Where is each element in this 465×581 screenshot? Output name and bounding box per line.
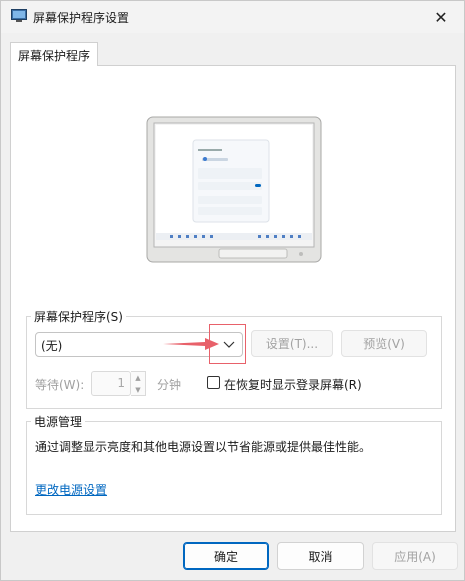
window-title: 屏幕保护程序设置: [33, 11, 130, 25]
title-bar: 屏幕保护程序设置 ✕: [1, 1, 464, 33]
power-description: 通过调整显示亮度和其他电源设置以节省能源或提供最佳性能。: [35, 440, 372, 454]
tab-panel: 屏幕保护程序(S) (无) 设置(T)... 预览(V) 等待(W): 1 ▲ …: [10, 65, 456, 532]
tab-screensaver[interactable]: 屏幕保护程序: [10, 42, 98, 66]
annotation-arrow-icon: [163, 338, 219, 350]
cancel-button[interactable]: 取消: [277, 542, 364, 570]
settings-button[interactable]: 设置(T)...: [251, 330, 333, 357]
close-icon: ✕: [434, 7, 448, 27]
preview-button[interactable]: 预览(V): [341, 330, 427, 357]
close-button[interactable]: ✕: [418, 1, 464, 33]
screensaver-select-value: (无): [41, 339, 63, 353]
apply-button[interactable]: 应用(A): [372, 542, 458, 570]
spin-down-icon[interactable]: ▼: [131, 384, 145, 396]
monitor-app-icon: [11, 9, 27, 22]
monitor-preview-image: [146, 116, 322, 263]
spin-up-icon[interactable]: ▲: [131, 372, 145, 384]
power-group-label: 电源管理: [31, 413, 86, 430]
power-group: [26, 421, 442, 515]
wait-unit-label: 分钟: [157, 378, 182, 392]
ok-button[interactable]: 确定: [183, 542, 269, 570]
screensaver-settings-dialog: 屏幕保护程序设置 ✕ 屏幕保护程序 屏幕保护程序(S) (无) 设置(T)...…: [0, 0, 465, 581]
resume-logon-checkbox[interactable]: [207, 376, 220, 389]
wait-minutes-spinner[interactable]: ▲ ▼: [131, 371, 146, 396]
wait-minutes-input[interactable]: 1: [91, 371, 131, 396]
change-power-settings-link[interactable]: 更改电源设置: [35, 481, 107, 498]
wait-label: 等待(W):: [35, 378, 85, 392]
screensaver-group-label: 屏幕保护程序(S): [31, 308, 126, 325]
resume-logon-label[interactable]: 在恢复时显示登录屏幕(R): [224, 376, 362, 393]
